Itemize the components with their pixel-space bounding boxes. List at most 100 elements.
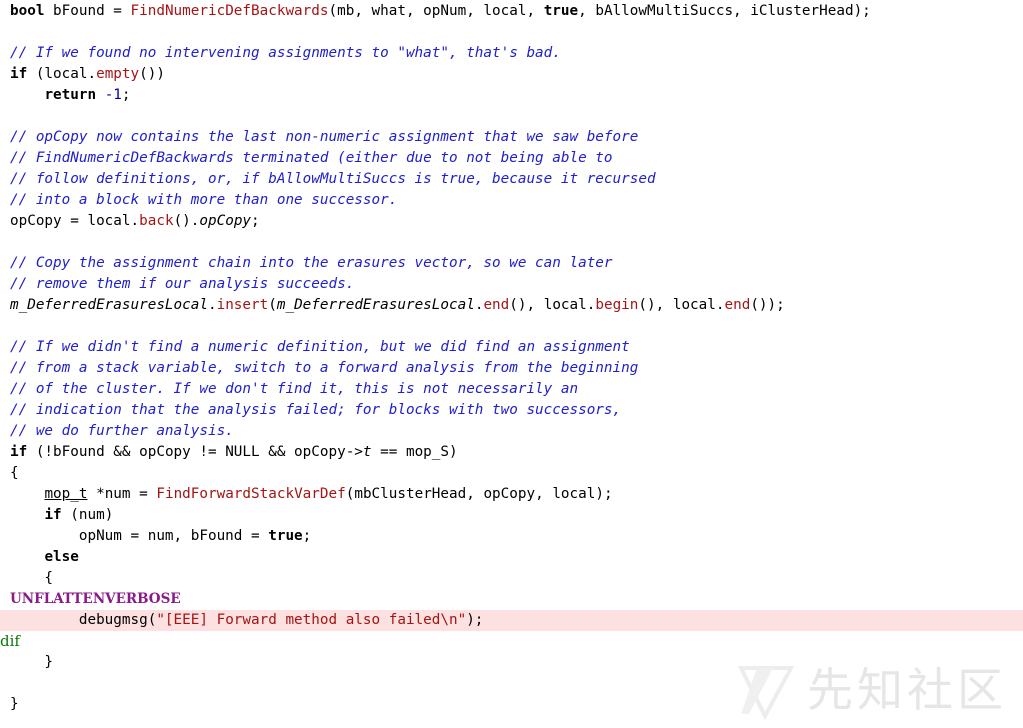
code-token: (), local. xyxy=(509,296,596,313)
code-line[interactable]: } xyxy=(0,694,1023,715)
code-line[interactable]: if (local.empty()) xyxy=(0,64,1023,85)
code-token: insert xyxy=(216,296,269,313)
code-token: mop_t xyxy=(44,485,88,502)
code-token: -1 xyxy=(104,86,122,103)
code-line[interactable]: // FindNumericDefBackwards terminated (e… xyxy=(0,148,1023,169)
code-token: { xyxy=(10,569,54,586)
code-token: FindNumericDefBackwards xyxy=(130,2,329,19)
code-line[interactable]: bool bFound = FindNumericDefBackwards(mb… xyxy=(0,1,1023,22)
code-token: ; xyxy=(302,527,312,544)
code-token: m_DeferredErasuresLocal xyxy=(10,296,208,313)
code-line[interactable]: // from a stack variable, switch to a fo… xyxy=(0,358,1023,379)
code-token: ( xyxy=(268,296,277,313)
code-line[interactable]: // follow definitions, or, if bAllowMult… xyxy=(0,169,1023,190)
code-token: // follow definitions, or, if bAllowMult… xyxy=(10,170,656,187)
code-line[interactable]: // If we found no intervening assignment… xyxy=(0,43,1023,64)
code-token: bool xyxy=(10,2,45,19)
code-line[interactable]: if (num) xyxy=(0,505,1023,526)
code-token: // of the cluster. If we don't find it, … xyxy=(10,380,579,397)
code-line[interactable]: if (!bFound && opCopy != NULL && opCopy-… xyxy=(0,442,1023,463)
code-token: // opCopy now contains the last non-nume… xyxy=(10,128,639,145)
code-token: else xyxy=(44,548,79,565)
code-line[interactable]: } xyxy=(0,652,1023,673)
code-token: dif xyxy=(0,631,20,650)
code-line-highlighted[interactable]: debugmsg("[EEE] Forward method also fail… xyxy=(0,609,1023,631)
code-line[interactable] xyxy=(0,316,1023,337)
code-line[interactable]: // we do further analysis. xyxy=(0,421,1023,442)
code-token: if xyxy=(10,65,28,82)
code-line[interactable]: // remove them if our analysis succeeds. xyxy=(0,274,1023,295)
code-token: opCopy = local. xyxy=(10,212,140,229)
code-token: // into a block with more than one succe… xyxy=(10,191,398,208)
code-token: (num) xyxy=(61,506,114,523)
code-token: // FindNumericDefBackwards terminated (e… xyxy=(10,149,613,166)
code-token: ()) xyxy=(139,65,165,82)
code-line[interactable]: dif xyxy=(0,631,1023,652)
code-editor[interactable]: bool bFound = FindNumericDefBackwards(mb… xyxy=(0,0,1023,728)
code-token: // If we found no intervening assignment… xyxy=(10,44,561,61)
code-token: (), local. xyxy=(638,296,725,313)
code-line[interactable]: { xyxy=(0,568,1023,589)
code-line[interactable]: // of the cluster. If we don't find it, … xyxy=(0,379,1023,400)
code-line[interactable]: m_DeferredErasuresLocal.insert(m_Deferre… xyxy=(0,295,1023,316)
code-token: opNum = num, bFound = xyxy=(10,527,269,544)
code-line[interactable] xyxy=(0,673,1023,694)
code-token: == mop_S) xyxy=(371,443,458,460)
code-line[interactable]: // opCopy now contains the last non-nume… xyxy=(0,127,1023,148)
code-line[interactable]: // If we didn't find a numeric definitio… xyxy=(0,337,1023,358)
code-token: UNFLATTENVERBOSE xyxy=(10,590,181,607)
code-token: // indication that the analysis failed; … xyxy=(10,401,622,418)
code-token: // we do further analysis. xyxy=(10,422,234,439)
code-token: (mb, what, opNum, local, xyxy=(328,2,544,19)
code-token: ()); xyxy=(750,296,785,313)
code-line[interactable] xyxy=(0,106,1023,127)
code-token: (). xyxy=(173,212,200,229)
code-token: opCopy xyxy=(199,212,252,229)
code-token: end xyxy=(724,296,751,313)
code-token: // remove them if our analysis succeeds. xyxy=(10,275,355,292)
code-token: ); xyxy=(466,611,484,628)
code-token: } xyxy=(10,695,19,712)
code-token: begin xyxy=(595,296,639,313)
code-line[interactable]: UNFLATTENVERBOSE xyxy=(0,589,1023,610)
code-token: . xyxy=(207,296,217,313)
code-token: if xyxy=(10,443,28,460)
code-token: // from a stack variable, switch to a fo… xyxy=(10,359,639,376)
code-token: } xyxy=(10,653,54,670)
code-token: bFound = xyxy=(44,2,131,19)
code-line[interactable]: opNum = num, bFound = true; xyxy=(0,526,1023,547)
code-line[interactable]: return -1; xyxy=(0,85,1023,106)
code-token: (!bFound && opCopy != NULL && opCopy-> xyxy=(27,443,363,460)
code-line[interactable]: // into a block with more than one succe… xyxy=(0,190,1023,211)
code-line[interactable]: else xyxy=(0,547,1023,568)
code-token: m_DeferredErasuresLocal xyxy=(276,296,475,313)
code-token: ; xyxy=(121,86,131,103)
code-token: t xyxy=(362,443,372,460)
code-token: (mbClusterHead, opCopy, local); xyxy=(345,485,613,502)
code-line[interactable]: { xyxy=(0,463,1023,484)
code-token: empty xyxy=(96,65,140,82)
code-line[interactable]: opCopy = local.back().opCopy; xyxy=(0,211,1023,232)
code-token: // Copy the assignment chain into the er… xyxy=(10,254,613,271)
code-token: end xyxy=(483,296,510,313)
code-token: , bAllowMultiSuccs, iClusterHead); xyxy=(578,2,871,19)
code-token: *num = xyxy=(87,485,157,502)
code-token: debugmsg( xyxy=(10,611,157,628)
code-token: if xyxy=(44,506,62,523)
code-token: back xyxy=(139,212,174,229)
code-token: true xyxy=(543,2,579,19)
code-line[interactable] xyxy=(0,232,1023,253)
code-line[interactable]: mop_t *num = FindForwardStackVarDef(mbCl… xyxy=(0,484,1023,505)
code-token: return xyxy=(44,86,97,103)
code-token: { xyxy=(10,464,19,481)
code-line[interactable]: // Copy the assignment chain into the er… xyxy=(0,253,1023,274)
code-token: // If we didn't find a numeric definitio… xyxy=(10,338,630,355)
code-token: (local. xyxy=(27,65,97,82)
code-line[interactable]: // indication that the analysis failed; … xyxy=(0,400,1023,421)
code-line[interactable] xyxy=(0,22,1023,43)
